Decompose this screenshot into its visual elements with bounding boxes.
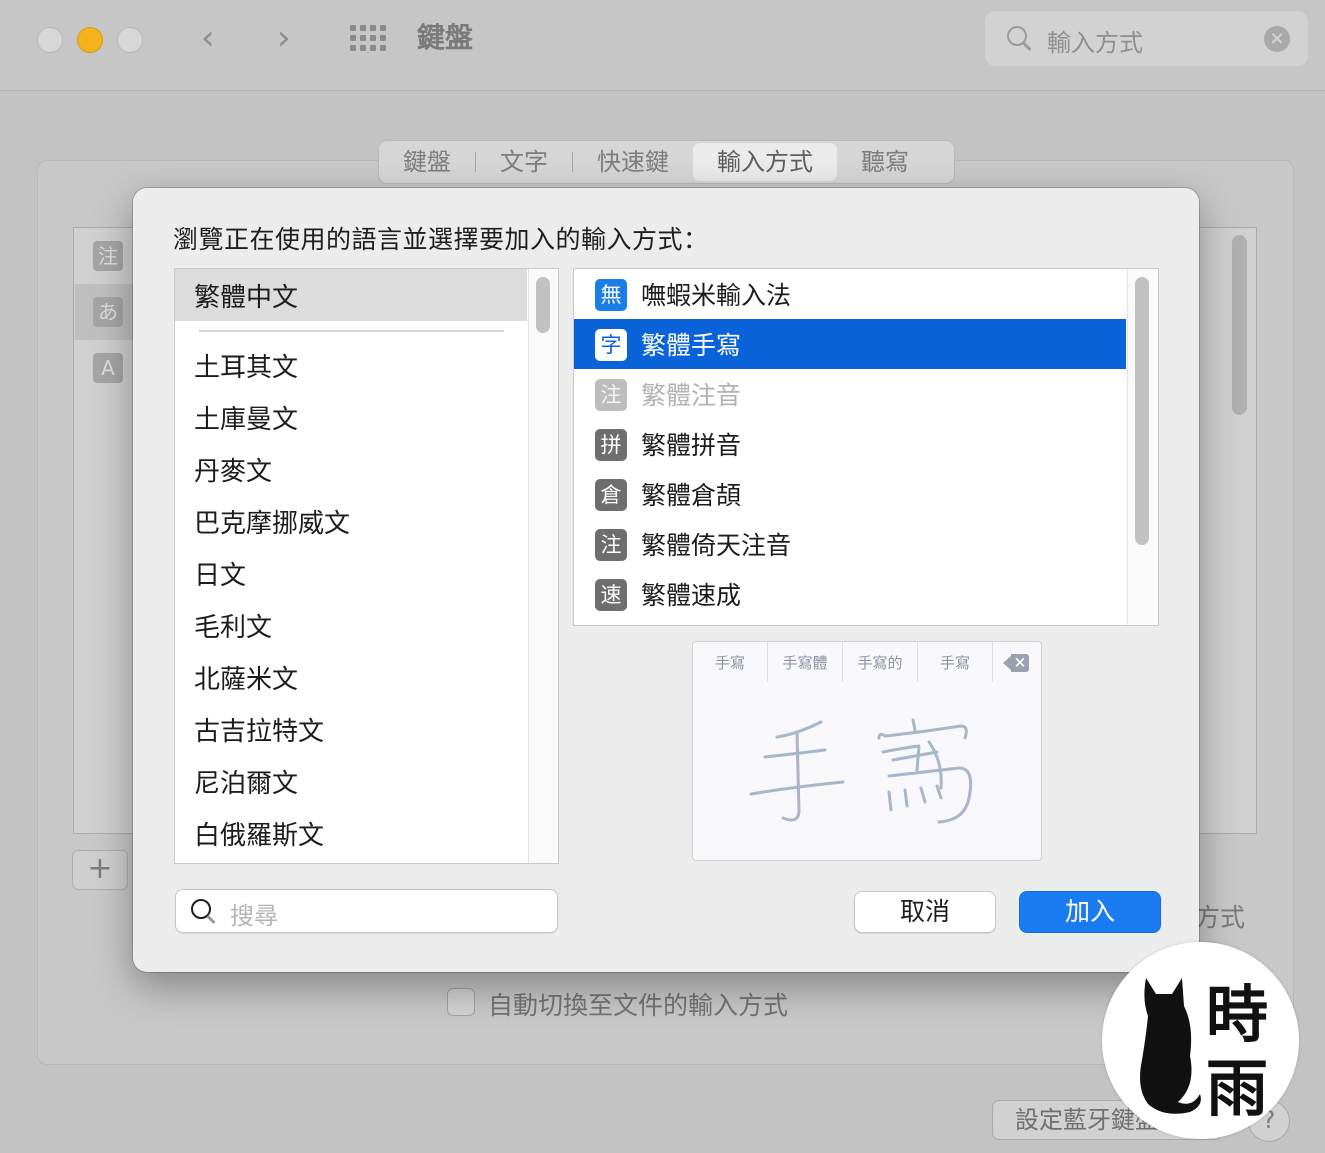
show-all-grid-icon[interactable] bbox=[350, 25, 388, 51]
language-item[interactable]: 巴克摩挪威文 bbox=[194, 503, 350, 540]
input-method-label: 繁體倚天注音 bbox=[641, 531, 792, 560]
handwriting-icon: 字 bbox=[595, 329, 627, 361]
tab-input-sources[interactable]: 輸入方式 bbox=[693, 143, 837, 181]
auto-switch-checkbox[interactable] bbox=[447, 988, 475, 1016]
language-item[interactable]: 北薩米文 bbox=[194, 659, 298, 696]
language-search-field[interactable]: 搜尋 bbox=[175, 889, 558, 933]
source-list-scrollbar[interactable] bbox=[1232, 235, 1247, 415]
zhuyin-source-icon[interactable]: 注 bbox=[93, 241, 123, 271]
input-method-row[interactable]: 拼 繁體拼音 bbox=[574, 419, 1126, 469]
input-method-label: 繁體手寫 bbox=[641, 331, 742, 360]
language-item[interactable]: 土庫曼文 bbox=[194, 399, 298, 436]
language-list[interactable]: 繁體中文 土耳其文 土庫曼文 丹麥文 巴克摩挪威文 日文 毛利文 北薩米文 古吉… bbox=[174, 268, 559, 864]
tab-keyboard[interactable]: 鍵盤 bbox=[379, 143, 475, 181]
input-method-list-scrollbar[interactable] bbox=[1127, 269, 1156, 625]
search-placeholder: 搜尋 bbox=[230, 902, 278, 930]
language-item[interactable]: 土耳其文 bbox=[194, 347, 298, 384]
cangjie-icon: 倉 bbox=[595, 479, 627, 511]
input-method-scroll-thumb[interactable] bbox=[1135, 277, 1149, 545]
forward-chevron-icon[interactable]: › bbox=[277, 20, 291, 56]
abc-source-icon[interactable]: A bbox=[93, 353, 123, 383]
language-item[interactable]: 古吉拉特文 bbox=[194, 711, 324, 748]
input-method-row[interactable]: 無 嘸蝦米輸入法 bbox=[574, 269, 1126, 319]
pinyin-icon: 拼 bbox=[595, 429, 627, 461]
sucheng-icon: 速 bbox=[595, 579, 627, 611]
language-item[interactable]: 日文 bbox=[194, 555, 246, 592]
window-search-value: 輸入方式 bbox=[1047, 29, 1143, 57]
input-method-label: 繁體注音 bbox=[641, 381, 742, 410]
minimize-window-button[interactable] bbox=[77, 27, 103, 53]
kana-source-icon[interactable]: あ bbox=[93, 297, 123, 327]
tab-shortcuts[interactable]: 快速鍵 bbox=[573, 143, 693, 181]
input-method-row[interactable]: 注 繁體倚天注音 bbox=[574, 519, 1126, 569]
input-method-label: 繁體拼音 bbox=[641, 431, 742, 460]
search-icon bbox=[1007, 26, 1027, 46]
input-method-row-selected[interactable]: 字 繁體手寫 bbox=[574, 319, 1126, 369]
input-method-label: 繁體倉頡 bbox=[641, 481, 742, 510]
add-button[interactable]: 加入 bbox=[1019, 891, 1161, 933]
language-item[interactable]: 丹麥文 bbox=[194, 451, 272, 488]
tab-bar: 鍵盤 文字 快速鍵 輸入方式 聽寫 bbox=[378, 140, 955, 184]
input-method-label: 嘸蝦米輸入法 bbox=[641, 281, 792, 310]
cancel-button[interactable]: 取消 bbox=[854, 891, 996, 933]
window-search-field[interactable]: 輸入方式 × bbox=[985, 11, 1308, 66]
search-icon bbox=[191, 899, 211, 919]
eten-zhuyin-icon: 注 bbox=[595, 529, 627, 561]
language-item[interactable]: 尼泊爾文 bbox=[194, 763, 298, 800]
input-method-label: 繁體速成 bbox=[641, 581, 742, 610]
input-method-row-disabled: 注 繁體注音 bbox=[574, 369, 1126, 419]
clear-search-icon[interactable]: × bbox=[1264, 26, 1290, 52]
boshiamy-icon: 無 bbox=[595, 279, 627, 311]
sheet-prompt: 瀏覽正在使用的語言並選擇要加入的輸入方式： bbox=[173, 225, 709, 254]
handwriting-preview: 手寫 手寫體 手寫的 手寫 bbox=[692, 641, 1042, 861]
language-item[interactable]: 繁體中文 bbox=[194, 277, 298, 314]
language-scroll-thumb[interactable] bbox=[536, 277, 550, 333]
background-label-fragment: 方式 bbox=[1195, 903, 1246, 932]
language-item[interactable]: 白俄羅斯文 bbox=[194, 815, 324, 852]
close-window-button[interactable] bbox=[37, 27, 63, 53]
auto-switch-label: 自動切換至文件的輸入方式 bbox=[488, 991, 789, 1020]
watermark-logo: 時 雨 bbox=[1102, 942, 1299, 1139]
handwriting-strokes-image bbox=[749, 718, 973, 824]
add-source-button[interactable]: + bbox=[72, 850, 128, 890]
language-item[interactable]: 毛利文 bbox=[194, 607, 272, 644]
back-chevron-icon[interactable]: ‹ bbox=[201, 20, 215, 56]
language-list-scrollbar[interactable] bbox=[528, 269, 557, 863]
add-input-source-sheet: 瀏覽正在使用的語言並選擇要加入的輸入方式： 繁體中文 土耳其文 土庫曼文 丹麥文… bbox=[133, 188, 1199, 972]
watermark-char: 雨 bbox=[1206, 1052, 1269, 1125]
input-method-list[interactable]: 無 嘸蝦米輸入法 字 繁體手寫 注 繁體注音 拼 繁體拼音 倉 繁體倉頡 注 繁… bbox=[573, 268, 1159, 626]
cat-silhouette-icon bbox=[1140, 978, 1201, 1114]
input-method-row[interactable]: 速 繁體速成 bbox=[574, 569, 1126, 619]
tab-text[interactable]: 文字 bbox=[476, 143, 572, 181]
language-separator bbox=[199, 330, 504, 332]
zhuyin-icon: 注 bbox=[595, 379, 627, 411]
tab-dictation[interactable]: 聽寫 bbox=[837, 143, 933, 181]
window-title: 鍵盤 bbox=[417, 21, 474, 54]
input-method-row[interactable]: 倉 繁體倉頡 bbox=[574, 469, 1126, 519]
zoom-window-button[interactable] bbox=[117, 27, 143, 53]
